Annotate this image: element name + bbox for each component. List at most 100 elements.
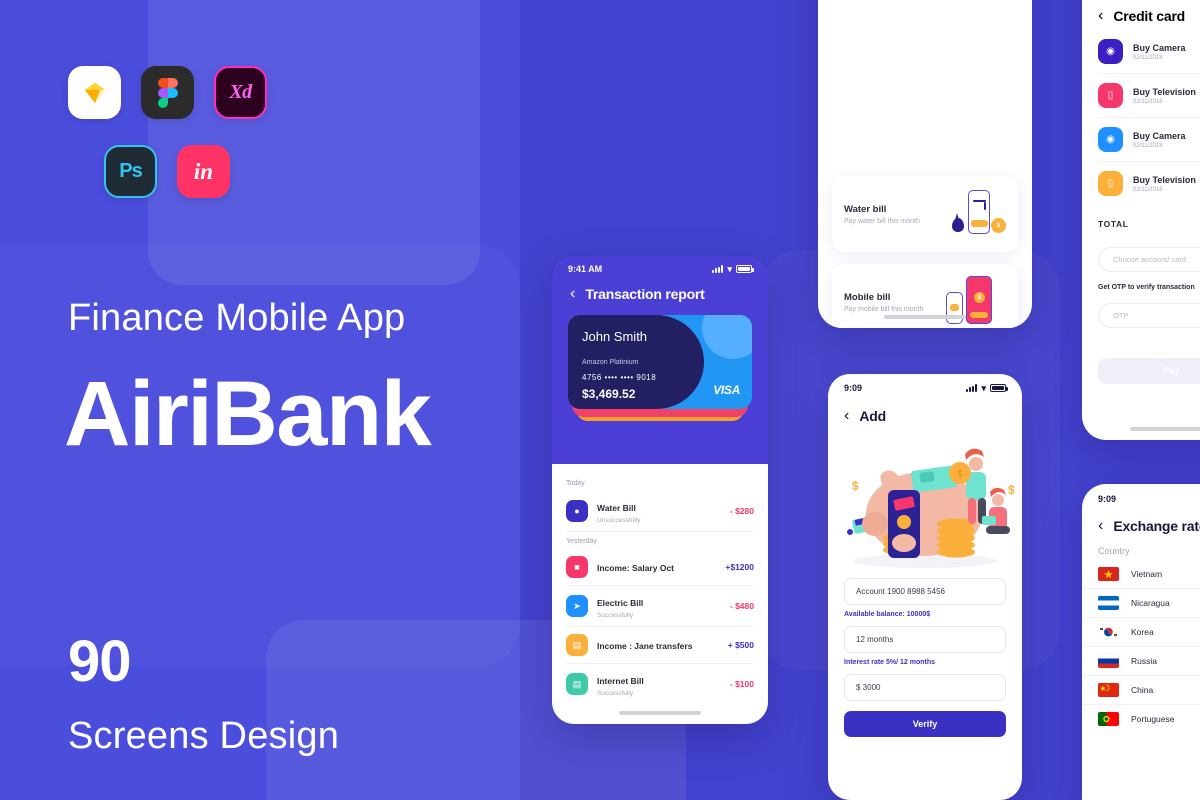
battery-icon [990,384,1008,392]
transaction-amount: + $500 [727,640,754,650]
phone-transaction-report: 9:41 AM ▾ ‹ Transaction report John Smit… [552,256,768,724]
card-stack: John Smith Amazon Platinium 4756 •••• ••… [568,315,752,421]
transaction-name: Income : Jane transfers [597,641,693,651]
transaction-info: Internet Bill Successfully [597,671,721,697]
group-label-today: Today [566,480,585,487]
table-row[interactable]: ◉ Buy Camera 02/11/2018 [1098,118,1200,162]
adobe-xd-label: Xd [229,81,252,103]
television-icon: ▯ [1098,83,1123,108]
country-name: Portuguese [1131,714,1175,724]
status-time: 9:09 [1098,494,1117,504]
signal-icon [966,384,978,392]
transaction-status: Successfully [597,690,634,697]
table-row[interactable]: ▤ Internet Bill Successfully - $100 [566,664,754,704]
amount-field[interactable]: $ 3000 [844,674,1006,701]
figma-icon [141,66,194,119]
otp-input[interactable]: OTP [1098,303,1200,328]
home-indicator [884,315,966,319]
country-name: Nicaragua [1131,598,1170,608]
account-field[interactable]: Account 1900 8988 5456 [844,578,1006,605]
battery-icon [736,265,754,273]
table-row[interactable]: ● Water Bill Unsuccessfully - $280 [566,491,754,532]
transaction-info: Income : Jane transfers [597,636,719,654]
phone-add-savings: 9:09 ▾ ‹ Add $ $ $ Account 1900 8988 545… [828,374,1022,800]
back-icon[interactable]: ‹ [1098,518,1103,534]
table-row[interactable]: ▯ Buy Television 02/11/2018 [1098,74,1200,118]
back-icon[interactable]: ‹ [570,286,575,302]
table-row[interactable]: ▤ Income : Jane transfers + $500 [566,627,754,664]
table-row[interactable]: ▯ Buy Television 02/11/2018 [1098,162,1200,205]
document-icon: ▤ [566,634,588,656]
adobe-xd-icon: Xd [214,66,267,119]
table-row[interactable]: ➤ Electric Bill Successfully - $480 [566,586,754,627]
flag-portugal [1098,712,1119,726]
back-icon[interactable]: ‹ [844,408,849,424]
tool-icons-row-1: Xd [68,66,267,119]
available-balance-hint: Available balance: 10000$ [844,611,931,618]
entry-date: 02/11/2018 [1133,142,1163,149]
table-row[interactable]: Nicaragua [1082,589,1200,618]
wallet-icon: ■ [566,556,588,578]
status-icons: ▾ [966,383,1008,393]
interest-rate-hint: Interest rate 5%/ 12 months [844,659,936,666]
entry-date: 02/11/2018 [1133,54,1163,61]
table-row[interactable]: Vietnam [1082,560,1200,589]
transaction-amount: +$1200 [725,562,754,572]
card-holder-name: John Smith [582,329,648,344]
transaction-amount: - $480 [729,601,754,611]
card-balance: $3,469.52 [582,387,636,401]
signal-icon [712,265,724,273]
table-row[interactable]: ■ Income: Salary Oct +$1200 [566,549,754,586]
table-row[interactable]: Russia [1082,647,1200,676]
home-indicator [1130,427,1200,431]
entry-name: Buy Television [1133,174,1196,185]
table-row[interactable]: Korea [1082,618,1200,647]
water-bill-art: $ [944,188,1006,240]
sketch-icon [68,66,121,119]
phone-credit-card: ‹ Credit card ◉ Buy Camera 02/11/2018 ▯ … [1082,0,1200,440]
svg-text:$: $ [852,479,859,493]
pay-button[interactable]: Pay [1098,358,1200,384]
flag-nicaragua [1098,596,1119,610]
table-row[interactable]: Portuguese [1082,705,1200,733]
verify-button[interactable]: Verify [844,711,1006,737]
piggy-bank-illustration: $ $ $ [828,428,1022,578]
flag-vietnam [1098,567,1119,581]
account-value: Account 1900 8988 5456 [856,587,945,596]
amount-value: $ 3000 [856,683,881,692]
invision-label: in [193,158,214,184]
visa-logo: VISA [713,383,740,397]
list-item[interactable]: Water bill Pay water bill this month $ [832,176,1018,252]
status-bar: 9:41 AM ▾ [552,256,768,278]
back-icon[interactable]: ‹ [1098,8,1103,24]
account-select[interactable]: Choose account/ card [1098,247,1200,272]
bills-list: Water bill Pay water bill this month $ M… [818,0,1032,328]
tool-icons-row-2: Ps in [104,145,230,198]
transaction-name: Water Bill [597,503,636,513]
column-header-country: Country [1098,546,1130,556]
term-field[interactable]: 12 months [844,626,1006,653]
transaction-amount: - $280 [729,506,754,516]
photoshop-label: Ps [119,160,142,182]
table-row[interactable]: ◉ Buy Camera 02/11/2018 [1098,30,1200,74]
transaction-name: Income: Salary Oct [597,563,675,573]
transaction-info: Electric Bill Successfully [597,593,721,619]
transaction-info: Income: Salary Oct [597,558,716,576]
credit-card-content: ‹ Credit card ◉ Buy Camera 02/11/2018 ▯ … [1082,0,1200,384]
water-drop-icon: ● [566,500,588,522]
flag-china [1098,683,1119,697]
credit-card-visual[interactable]: John Smith Amazon Platinium 4756 •••• ••… [568,315,752,409]
term-value: 12 months [856,635,894,644]
total-label: TOTAL [1098,219,1129,229]
table-row[interactable]: China [1082,676,1200,705]
status-time: 9:09 [844,383,863,393]
card-decoration-circle [702,315,752,359]
transaction-name: Electric Bill [597,598,644,608]
hero-subtitle: Finance Mobile App [68,297,406,339]
transaction-name: Internet Bill [597,676,644,686]
card-number: 4756 •••• •••• 9018 [582,373,657,382]
transaction-info: Water Bill Unsuccessfully [597,498,721,524]
mobile-bill-art: $ [944,276,1006,328]
bill-text: Mobile bill Pay mobile bill this month [844,292,938,313]
photoshop-icon: Ps [104,145,157,198]
